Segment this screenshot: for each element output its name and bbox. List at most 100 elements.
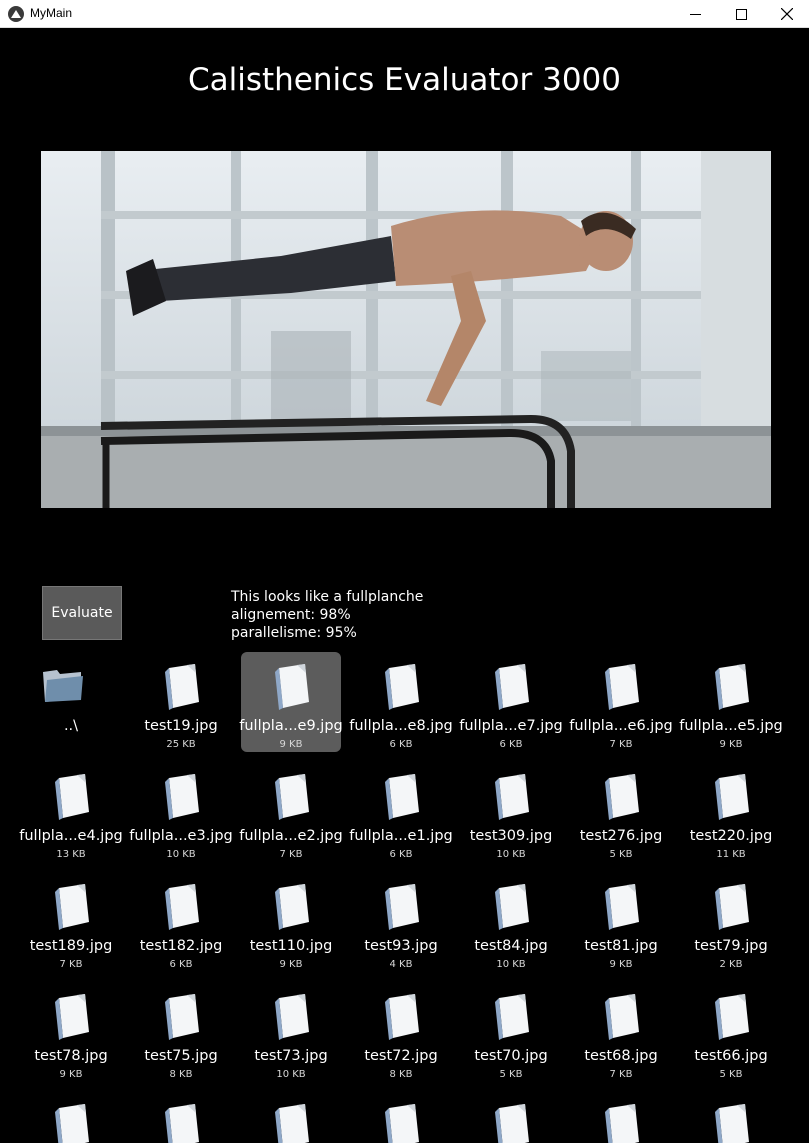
file-icon <box>603 884 641 930</box>
file-item[interactable]: test70.jpg 5 KB <box>461 982 561 1082</box>
file-item[interactable] <box>21 1092 121 1143</box>
file-name: test93.jpg <box>364 938 438 954</box>
file-item[interactable]: test93.jpg 4 KB <box>351 872 451 972</box>
file-icon <box>493 664 531 710</box>
file-name: test189.jpg <box>29 938 113 954</box>
file-name: test68.jpg <box>584 1048 658 1064</box>
file-item[interactable]: test84.jpg 10 KB <box>461 872 561 972</box>
file-name: fullpla...e1.jpg <box>349 828 453 844</box>
file-size: 5 KB <box>719 1069 743 1080</box>
file-item[interactable]: fullpla...e3.jpg 10 KB <box>129 762 233 862</box>
file-icon <box>383 994 421 1040</box>
file-size: 9 KB <box>59 1069 83 1080</box>
file-size: 10 KB <box>496 959 526 970</box>
file-item[interactable] <box>461 1092 561 1143</box>
file-size: 8 KB <box>389 1069 413 1080</box>
file-size: 9 KB <box>609 959 633 970</box>
file-item[interactable]: test189.jpg 7 KB <box>21 872 121 972</box>
file-icon <box>493 884 531 930</box>
file-item[interactable]: fullpla...e1.jpg 6 KB <box>349 762 453 862</box>
file-item[interactable]: test73.jpg 10 KB <box>241 982 341 1082</box>
result-classification: This looks like a fullplanche <box>231 589 424 605</box>
file-name: test81.jpg <box>584 938 658 954</box>
file-item[interactable]: test79.jpg 2 KB <box>681 872 781 972</box>
file-name: fullpla...e8.jpg <box>349 718 453 734</box>
file-icon <box>53 884 91 930</box>
file-icon <box>383 664 421 710</box>
file-item[interactable] <box>571 1092 671 1143</box>
file-item[interactable] <box>351 1092 451 1143</box>
file-name: fullpla...e9.jpg <box>239 718 343 734</box>
file-icon <box>53 774 91 820</box>
file-icon <box>603 994 641 1040</box>
file-icon <box>493 994 531 1040</box>
file-size: 6 KB <box>389 849 413 860</box>
file-item[interactable]: test309.jpg 10 KB <box>461 762 561 862</box>
file-size: 25 KB <box>166 739 196 750</box>
file-icon <box>273 774 311 820</box>
file-item[interactable]: fullpla...e2.jpg 7 KB <box>239 762 343 862</box>
file-icon <box>53 994 91 1040</box>
file-icon <box>273 664 311 710</box>
app-heading: Calisthenics Evaluator 3000 <box>187 62 621 98</box>
file-icon <box>163 1104 201 1143</box>
maximize-button[interactable] <box>718 0 764 28</box>
file-icon <box>713 1104 751 1143</box>
file-item[interactable]: test72.jpg 8 KB <box>351 982 451 1082</box>
file-name: fullpla...e4.jpg <box>19 828 123 844</box>
file-icon <box>383 774 421 820</box>
file-name: test19.jpg <box>144 718 218 734</box>
file-icon <box>493 774 531 820</box>
file-name: test72.jpg <box>364 1048 438 1064</box>
file-size: 5 KB <box>609 849 633 860</box>
file-item[interactable]: test81.jpg 9 KB <box>571 872 671 972</box>
minimize-button[interactable] <box>672 0 718 28</box>
file-size: 13 KB <box>56 849 86 860</box>
file-name: test73.jpg <box>254 1048 328 1064</box>
file-item[interactable]: test68.jpg 7 KB <box>571 982 671 1082</box>
file-item[interactable]: test66.jpg 5 KB <box>681 982 781 1082</box>
result-alignment: alignement: 98% <box>231 607 351 623</box>
file-item[interactable]: test220.jpg 11 KB <box>681 762 781 862</box>
file-item[interactable]: test19.jpg 25 KB <box>131 652 231 752</box>
file-item[interactable] <box>681 1092 781 1143</box>
file-icon <box>273 1104 311 1143</box>
minimize-icon <box>689 13 701 15</box>
file-item[interactable]: fullpla...e7.jpg 6 KB <box>459 652 563 752</box>
file-item[interactable]: fullpla...e8.jpg 6 KB <box>349 652 453 752</box>
file-item[interactable]: test182.jpg 6 KB <box>131 872 231 972</box>
file-name: test70.jpg <box>474 1048 548 1064</box>
file-item[interactable]: fullpla...e4.jpg 13 KB <box>19 762 123 862</box>
file-size: 9 KB <box>719 739 743 750</box>
close-button[interactable] <box>764 0 809 28</box>
file-item[interactable]: test78.jpg 9 KB <box>21 982 121 1082</box>
file-size: 11 KB <box>716 849 746 860</box>
file-name: test84.jpg <box>474 938 548 954</box>
file-name: test110.jpg <box>249 938 333 954</box>
file-size: 10 KB <box>496 849 526 860</box>
file-name: test79.jpg <box>694 938 768 954</box>
file-name: test75.jpg <box>144 1048 218 1064</box>
file-icon <box>163 994 201 1040</box>
file-item[interactable]: fullpla...e6.jpg 7 KB <box>569 652 673 752</box>
file-icon <box>273 994 311 1040</box>
file-item[interactable]: fullpla...e9.jpg 9 KB <box>239 652 343 752</box>
evaluate-button[interactable]: Evaluate <box>42 586 122 640</box>
file-item[interactable]: test110.jpg 9 KB <box>241 872 341 972</box>
kivy-logo-icon <box>8 6 24 22</box>
file-icon <box>713 774 751 820</box>
file-icon <box>603 1104 641 1143</box>
file-name: fullpla...e3.jpg <box>129 828 233 844</box>
file-size: 7 KB <box>609 739 633 750</box>
file-item[interactable] <box>131 1092 231 1143</box>
file-item[interactable]: test75.jpg 8 KB <box>131 982 231 1082</box>
file-item[interactable] <box>241 1092 341 1143</box>
file-item[interactable]: test276.jpg 5 KB <box>571 762 671 862</box>
file-icon <box>713 994 751 1040</box>
file-icon <box>163 774 201 820</box>
parent-folder-item[interactable]: ..\ <box>21 652 121 752</box>
file-size: 9 KB <box>279 959 303 970</box>
file-size: 5 KB <box>499 1069 523 1080</box>
file-item[interactable]: fullpla...e5.jpg 9 KB <box>679 652 783 752</box>
file-size: 7 KB <box>609 1069 633 1080</box>
